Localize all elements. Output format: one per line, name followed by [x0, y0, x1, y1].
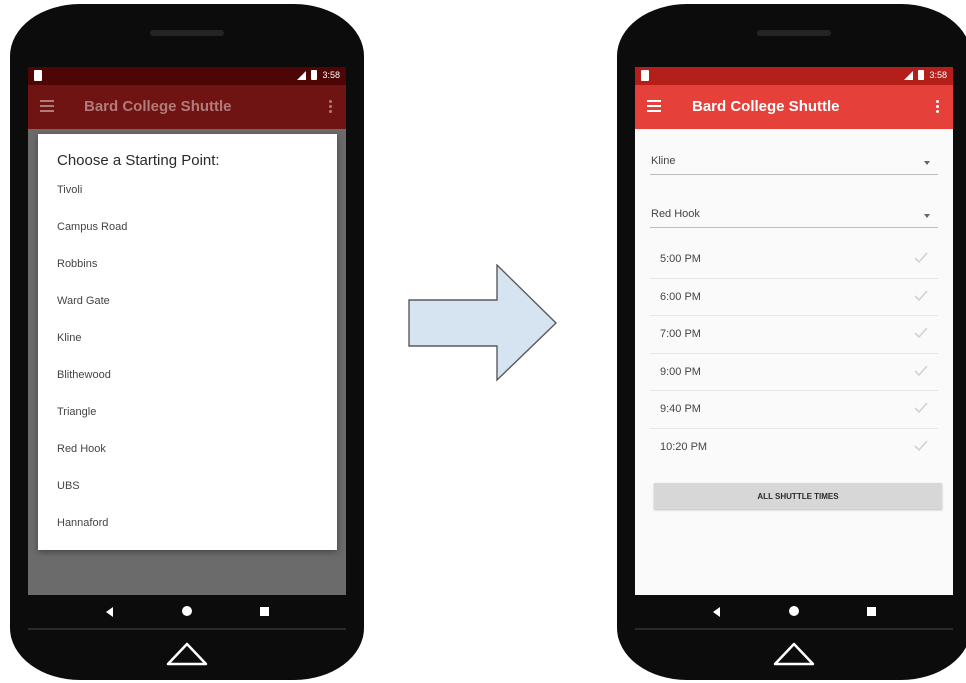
check-icon	[914, 290, 928, 301]
starting-point-option[interactable]: Tivoli	[57, 184, 127, 221]
overflow-menu-icon[interactable]	[936, 100, 939, 113]
sd-card-icon	[34, 70, 42, 81]
back-icon[interactable]	[713, 607, 720, 617]
dialog-title: Choose a Starting Point:	[57, 152, 220, 169]
app-title: Bard College Shuttle	[692, 98, 840, 115]
earpiece-speaker	[150, 30, 224, 36]
app-bar: Bard College Shuttle	[28, 85, 346, 129]
app-title: Bard College Shuttle	[84, 98, 232, 115]
home-icon[interactable]	[182, 606, 192, 616]
starting-point-option[interactable]: Hannaford	[57, 517, 127, 554]
sd-card-icon	[641, 70, 649, 81]
starting-point-option[interactable]: UBS	[57, 480, 127, 517]
screen-left: 3:58 Bard College Shuttle Choose a Start…	[28, 67, 346, 595]
status-bar: 3:58	[28, 67, 346, 85]
time-label: 7:00 PM	[660, 328, 701, 341]
app-bar: Bard College Shuttle	[635, 85, 953, 129]
back-icon[interactable]	[106, 607, 113, 617]
battery-icon	[918, 70, 925, 80]
to-spinner[interactable]: Red Hook	[650, 206, 938, 228]
battery-icon	[311, 70, 318, 80]
signal-icon	[297, 70, 307, 80]
from-spinner[interactable]: Kline	[650, 153, 938, 175]
starting-point-option[interactable]: Campus Road	[57, 221, 127, 258]
menu-icon[interactable]	[647, 100, 661, 112]
time-row[interactable]: 6:00 PM	[650, 279, 938, 317]
time-label: 10:20 PM	[660, 440, 708, 453]
check-icon	[914, 365, 928, 376]
flow-arrow-icon	[408, 264, 558, 382]
earpiece-speaker	[757, 30, 831, 36]
starting-point-option[interactable]: Red Hook	[57, 443, 127, 480]
time-row[interactable]: 9:00 PM	[650, 354, 938, 392]
overflow-menu-icon[interactable]	[329, 100, 332, 113]
starting-point-option[interactable]: Kline	[57, 332, 127, 369]
hardware-home-icon[interactable]	[164, 638, 210, 668]
all-shuttle-times-button[interactable]: ALL SHUTTLE TIMES	[654, 483, 942, 509]
dropdown-arrow-icon	[924, 214, 930, 218]
check-icon	[914, 327, 928, 339]
nav-bar	[635, 595, 953, 628]
menu-icon[interactable]	[40, 100, 54, 112]
recents-icon[interactable]	[867, 607, 876, 616]
time-label: 9:00 PM	[660, 365, 701, 378]
from-spinner-value: Kline	[651, 155, 676, 167]
dropdown-arrow-icon	[924, 161, 930, 165]
phone-right: 3:58 Bard College Shuttle Kline Red Hook…	[617, 4, 966, 680]
screen-right: 3:58 Bard College Shuttle Kline Red Hook…	[635, 67, 953, 595]
nav-bar	[28, 595, 346, 628]
time-label: 9:40 PM	[660, 403, 701, 416]
signal-icon	[904, 70, 914, 80]
time-row[interactable]: 9:40 PM	[650, 391, 938, 429]
chin-divider	[28, 628, 346, 630]
starting-point-option[interactable]: Ward Gate	[57, 295, 127, 332]
status-time: 3:58	[322, 70, 340, 80]
home-icon[interactable]	[789, 606, 799, 616]
hardware-home-icon[interactable]	[771, 638, 817, 668]
starting-point-dialog: Choose a Starting Point: Tivoli Campus R…	[38, 134, 337, 550]
status-time: 3:58	[929, 70, 947, 80]
starting-point-option[interactable]: Robbins	[57, 258, 127, 295]
chin-divider	[635, 628, 953, 630]
starting-point-option[interactable]: Triangle	[57, 406, 127, 443]
time-row[interactable]: 7:00 PM	[650, 316, 938, 354]
shuttle-times-list: 5:00 PM 6:00 PM 7:00 PM 9:00 PM 9:40 PM …	[650, 241, 938, 467]
time-row[interactable]: 10:20 PM	[650, 429, 938, 467]
recents-icon[interactable]	[260, 607, 269, 616]
time-row[interactable]: 5:00 PM	[650, 241, 938, 279]
check-icon	[914, 402, 928, 414]
phone-left: 3:58 Bard College Shuttle Choose a Start…	[10, 4, 364, 680]
to-spinner-value: Red Hook	[651, 208, 700, 220]
time-label: 6:00 PM	[660, 290, 701, 303]
time-label: 5:00 PM	[660, 253, 701, 265]
starting-point-list: Tivoli Campus Road Robbins Ward Gate Kli…	[57, 184, 127, 554]
starting-point-option[interactable]: Blithewood	[57, 369, 127, 406]
check-icon	[914, 440, 928, 452]
status-bar: 3:58	[635, 67, 953, 85]
check-icon	[914, 252, 928, 264]
